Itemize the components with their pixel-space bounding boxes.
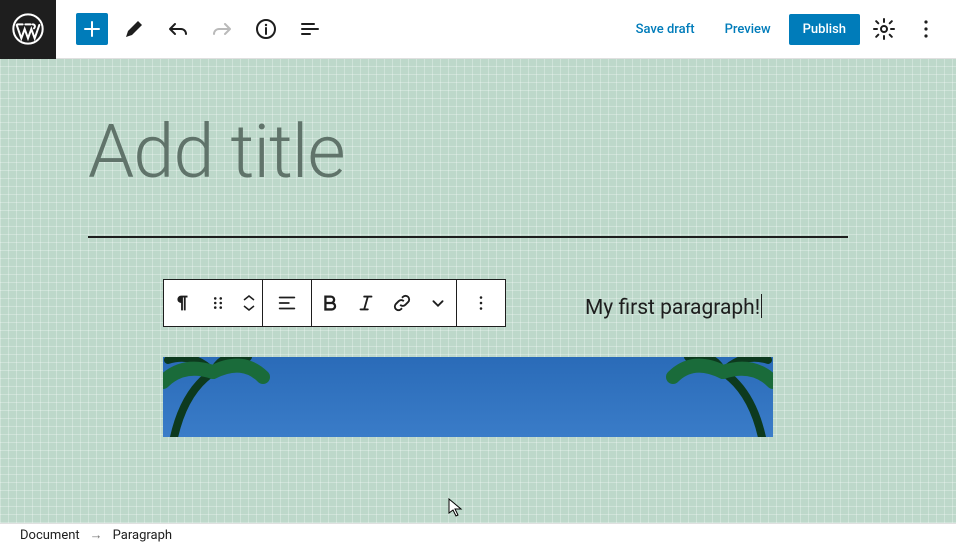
outline-button[interactable] [292, 11, 328, 47]
more-formatting-button[interactable] [420, 280, 456, 326]
pencil-icon [122, 17, 146, 41]
breadcrumb: Document → Paragraph [0, 523, 956, 546]
bold-icon [319, 292, 341, 314]
bold-button[interactable] [312, 280, 348, 326]
save-draft-button[interactable]: Save draft [624, 14, 707, 45]
paragraph-icon [171, 292, 193, 314]
image-block[interactable] [163, 357, 773, 437]
edit-mode-button[interactable] [116, 11, 152, 47]
redo-button[interactable] [204, 11, 240, 47]
chevron-up-icon [241, 293, 257, 303]
text-caret [761, 294, 762, 318]
chevron-down-icon [241, 303, 257, 313]
breadcrumb-separator: → [90, 527, 103, 543]
outline-icon [298, 17, 322, 41]
toolbar-right: Save draft Preview Publish [624, 11, 956, 47]
preview-button[interactable]: Preview [713, 14, 783, 45]
plus-icon [80, 17, 104, 41]
palm-decoration [163, 357, 273, 437]
editor-topbar: Save draft Preview Publish [0, 0, 956, 59]
editor-canvas[interactable]: Add title [0, 59, 956, 523]
info-button[interactable] [248, 11, 284, 47]
publish-button[interactable]: Publish [789, 14, 860, 45]
editor-content: Add title [88, 109, 868, 437]
italic-icon [355, 292, 377, 314]
add-block-button[interactable] [76, 13, 108, 45]
link-button[interactable] [384, 280, 420, 326]
chevron-down-icon [427, 292, 449, 314]
drag-handle[interactable] [200, 280, 236, 326]
align-left-icon [276, 292, 298, 314]
title-separator [88, 236, 848, 238]
link-icon [391, 292, 413, 314]
more-vertical-icon [470, 292, 492, 314]
more-vertical-icon [914, 17, 938, 41]
block-type-button[interactable] [164, 280, 200, 326]
settings-button[interactable] [866, 11, 902, 47]
breadcrumb-root[interactable]: Document [20, 528, 80, 543]
wordpress-icon [12, 13, 44, 45]
post-title-input[interactable]: Add title [88, 109, 868, 236]
drag-icon [207, 292, 229, 314]
redo-icon [210, 17, 234, 41]
palm-decoration [663, 357, 773, 437]
block-more-options-button[interactable] [457, 280, 505, 326]
paragraph-content: My first paragraph! [585, 296, 760, 320]
undo-button[interactable] [160, 11, 196, 47]
more-options-button[interactable] [908, 11, 944, 47]
info-icon [254, 17, 278, 41]
wordpress-logo[interactable] [0, 0, 56, 59]
gear-icon [872, 17, 896, 41]
toolbar-left [56, 11, 328, 47]
italic-button[interactable] [348, 280, 384, 326]
move-buttons[interactable] [236, 280, 262, 326]
align-button[interactable] [263, 280, 311, 326]
undo-icon [166, 17, 190, 41]
block-toolbar [163, 279, 506, 327]
paragraph-block[interactable]: My first paragraph! [585, 296, 762, 320]
breadcrumb-current[interactable]: Paragraph [113, 528, 172, 543]
